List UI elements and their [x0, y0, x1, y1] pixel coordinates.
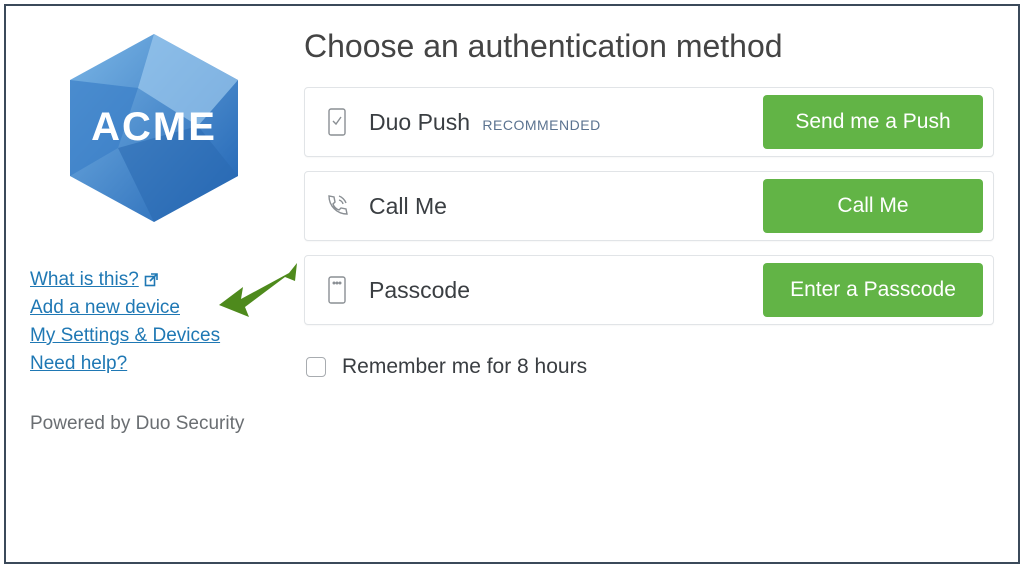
phone-check-icon — [323, 107, 351, 137]
link-label: What is this? — [30, 269, 139, 291]
external-link-icon — [143, 272, 159, 288]
method-name: Duo Push — [369, 109, 470, 135]
remember-me-row: Remember me for 8 hours — [304, 355, 994, 379]
link-my-settings-devices[interactable]: My Settings & Devices — [30, 325, 220, 347]
method-label: Duo Push RECOMMENDED — [369, 109, 601, 136]
method-label: Passcode — [369, 277, 470, 304]
sidebar: ACME What is this? Add a new device My S… — [30, 28, 286, 540]
link-add-new-device[interactable]: Add a new device — [30, 297, 180, 319]
auth-prompt-frame: ACME What is this? Add a new device My S… — [4, 4, 1020, 564]
powered-by-text: Powered by Duo Security — [30, 413, 286, 435]
remember-me-checkbox[interactable] — [306, 357, 326, 377]
svg-text:ACME: ACME — [91, 105, 217, 149]
method-row-push: Duo Push RECOMMENDED Send me a Push — [304, 87, 994, 157]
call-me-button[interactable]: Call Me — [763, 179, 983, 233]
link-what-is-this[interactable]: What is this? — [30, 269, 159, 291]
phone-call-icon — [323, 193, 351, 219]
page-title: Choose an authentication method — [304, 28, 994, 65]
method-row-call: Call Me Call Me — [304, 171, 994, 241]
brand-logo: ACME — [30, 28, 286, 233]
method-row-passcode: Passcode Enter a Passcode — [304, 255, 994, 325]
remember-me-label: Remember me for 8 hours — [342, 355, 587, 379]
main-panel: Choose an authentication method Duo Push… — [286, 28, 994, 540]
recommended-badge: RECOMMENDED — [482, 117, 600, 133]
help-links: What is this? Add a new device My Settin… — [30, 269, 286, 375]
link-need-help[interactable]: Need help? — [30, 353, 127, 375]
passcode-device-icon — [323, 275, 351, 305]
send-push-button[interactable]: Send me a Push — [763, 95, 983, 149]
method-label: Call Me — [369, 193, 447, 220]
enter-passcode-button[interactable]: Enter a Passcode — [763, 263, 983, 317]
